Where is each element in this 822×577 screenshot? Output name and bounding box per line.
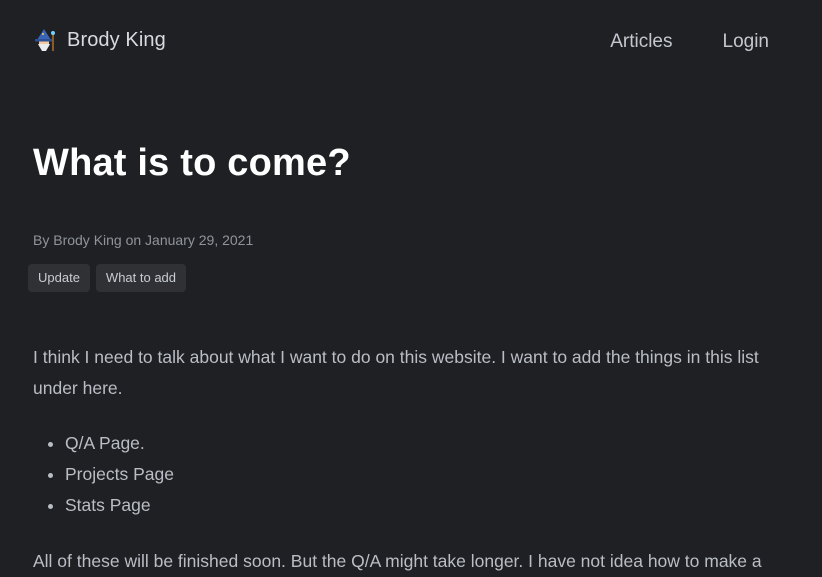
site-header: Brody King Articles Login: [0, 0, 822, 84]
tag-what-to-add[interactable]: What to add: [95, 264, 187, 292]
article-meta: By Brody King on January 29, 2021: [33, 232, 254, 248]
list-item: Q/A Page.: [65, 428, 793, 459]
list-item: Projects Page: [65, 459, 793, 490]
nav-articles-link[interactable]: Articles: [610, 31, 672, 53]
list-item: Stats Page: [65, 490, 793, 521]
wizard-avatar-icon: [35, 29, 55, 51]
tag-update[interactable]: Update: [28, 264, 90, 292]
brand-link[interactable]: Brody King: [33, 28, 166, 52]
main-nav: Articles Login: [610, 31, 769, 53]
nav-login-link[interactable]: Login: [723, 31, 770, 53]
feature-list: Q/A Page. Projects Page Stats Page: [33, 428, 793, 521]
closing-paragraph: All of these will be finished soon. But …: [33, 551, 762, 571]
tag-list: Update What to add: [28, 264, 187, 292]
intro-paragraph: I think I need to talk about what I want…: [33, 347, 759, 398]
article-body: I think I need to talk about what I want…: [33, 342, 793, 577]
brand-name: Brody King: [67, 28, 166, 51]
article-title: What is to come?: [33, 142, 351, 184]
